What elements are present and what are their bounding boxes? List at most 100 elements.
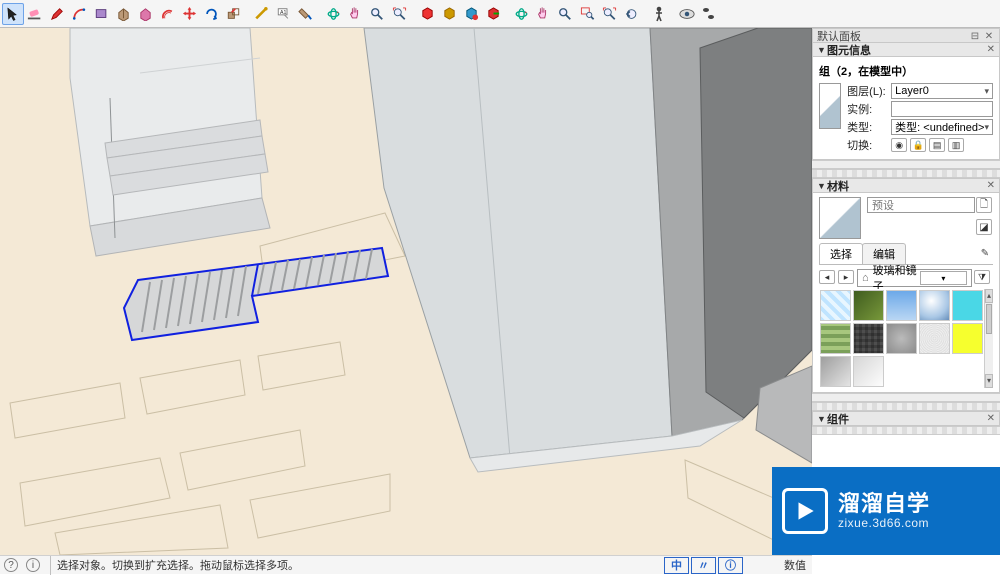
collapse-icon[interactable]: ▼	[817, 45, 827, 55]
entity-name: 组（2，在模型中）	[819, 61, 993, 83]
prev-view-icon[interactable]	[620, 3, 642, 25]
material-swatch[interactable]	[819, 322, 852, 355]
hidden-toggle-icon[interactable]: ◉	[891, 138, 907, 152]
scale-icon[interactable]	[222, 3, 244, 25]
select-arrow-icon[interactable]	[2, 3, 24, 25]
zoom-extents2-icon[interactable]	[598, 3, 620, 25]
lock-toggle-icon[interactable]: 🔒	[910, 138, 926, 152]
current-material-swatch[interactable]	[819, 197, 861, 239]
pan-icon[interactable]	[344, 3, 366, 25]
material-swatch[interactable]	[918, 289, 951, 322]
create-material-icon[interactable]: 🗋	[976, 197, 992, 213]
swatch-scrollbar[interactable]: ▴ ▾	[984, 289, 993, 388]
component4-icon[interactable]	[482, 3, 504, 25]
panel-gap	[812, 393, 1000, 402]
move-icon[interactable]	[178, 3, 200, 25]
watermark-banner: 溜溜自学 zixue.3d66.com	[772, 467, 1000, 555]
collapse-icon[interactable]: ▼	[817, 181, 827, 191]
entity-material-swatch[interactable]	[819, 83, 841, 129]
component-icon[interactable]	[416, 3, 438, 25]
material-swatch[interactable]	[852, 322, 885, 355]
orbit-icon[interactable]	[322, 3, 344, 25]
tab-select[interactable]: 选择	[819, 243, 863, 264]
pull2-icon[interactable]	[134, 3, 156, 25]
layer-combobox[interactable]: Layer0	[891, 83, 993, 99]
info-icon[interactable]: i	[26, 558, 40, 572]
pencil-icon[interactable]	[46, 3, 68, 25]
zoom-window-icon[interactable]	[576, 3, 598, 25]
instance-input[interactable]	[891, 101, 993, 117]
main-toolbar: A1	[0, 0, 812, 28]
material-library-combobox[interactable]: 玻璃和镜子 ▾	[857, 269, 972, 287]
material-swatch[interactable]	[951, 322, 984, 355]
pull-icon[interactable]	[112, 3, 134, 25]
entity-info-header[interactable]: ▼ 图元信息 ✕	[812, 42, 1000, 57]
layer-label: 图层(L):	[847, 83, 891, 99]
paint-icon[interactable]	[294, 3, 316, 25]
close-icon[interactable]: ✕	[983, 180, 995, 191]
shadow-cast-icon[interactable]: ▤	[929, 138, 945, 152]
eyedropper-icon[interactable]: ✎	[977, 246, 993, 262]
material-swatch[interactable]	[885, 289, 918, 322]
rotate-icon[interactable]	[200, 3, 222, 25]
pan2-icon[interactable]	[532, 3, 554, 25]
material-name-input[interactable]: 预设	[867, 197, 975, 213]
walk-icon[interactable]	[698, 3, 720, 25]
close-icon[interactable]: ✕	[983, 31, 995, 41]
orbit2-icon[interactable]	[510, 3, 532, 25]
arc-icon[interactable]	[68, 3, 90, 25]
view-mode-button-2[interactable]: 〃	[691, 557, 716, 574]
type-combobox[interactable]: 类型: <undefined>	[891, 119, 993, 135]
status-hint: 选择对象。切换到扩充选择。拖动鼠标选择多项。	[57, 557, 299, 573]
close-icon[interactable]: ✕	[983, 44, 995, 55]
shadow-recv-icon[interactable]: ▥	[948, 138, 964, 152]
tape-icon[interactable]	[250, 3, 272, 25]
text-icon[interactable]: A1	[272, 3, 294, 25]
view-mode-button-3[interactable]: ⓘ	[718, 557, 743, 574]
components-header[interactable]: ▼ 组件 ✕	[812, 411, 1000, 426]
scroll-up-icon[interactable]: ▴	[985, 289, 993, 303]
material-swatch[interactable]	[852, 289, 885, 322]
play-logo-icon	[782, 488, 828, 534]
material-swatch[interactable]	[918, 322, 951, 355]
view-mode-button-1[interactable]: 中	[664, 557, 689, 574]
nav-fwd-icon[interactable]: ▸	[838, 270, 854, 284]
materials-panel: 预设 🗋 ◪ 选择 编辑 ✎ ◂ ▸ 玻璃和镜子 ▾ ⧩	[812, 193, 1000, 393]
close-icon[interactable]: ✕	[983, 413, 995, 424]
eraser-icon[interactable]	[24, 3, 46, 25]
zoom-extents-icon[interactable]	[388, 3, 410, 25]
rectangle-icon[interactable]	[90, 3, 112, 25]
entity-info-title: 图元信息	[827, 42, 983, 58]
zoom-icon[interactable]	[366, 3, 388, 25]
type-label: 类型:	[847, 119, 891, 135]
instance-label: 实例:	[847, 101, 891, 117]
component2-icon[interactable]	[438, 3, 460, 25]
material-swatch[interactable]	[819, 289, 852, 322]
material-swatch[interactable]	[951, 289, 984, 322]
collapse-icon[interactable]: ▼	[817, 414, 827, 424]
scroll-down-icon[interactable]: ▾	[985, 374, 993, 388]
person-icon[interactable]	[648, 3, 670, 25]
materials-title: 材料	[827, 178, 983, 194]
help-icon[interactable]: ?	[4, 558, 18, 572]
offset-icon[interactable]	[156, 3, 178, 25]
material-swatch[interactable]	[852, 355, 885, 388]
library-menu-icon[interactable]: ⧩	[974, 270, 990, 284]
watermark-title: 溜溜自学	[838, 492, 930, 516]
material-swatch[interactable]	[885, 322, 918, 355]
entity-info-panel: 组（2，在模型中） 图层(L): Layer0 实例: 类型: 类型: <und…	[812, 57, 1000, 160]
scroll-thumb[interactable]	[986, 304, 992, 334]
tab-edit[interactable]: 编辑	[862, 243, 906, 264]
default-material-icon[interactable]: ◪	[976, 219, 992, 235]
panel-drag-bar[interactable]	[812, 426, 1000, 435]
component3-icon[interactable]	[460, 3, 482, 25]
zoom2-icon[interactable]	[554, 3, 576, 25]
materials-header[interactable]: ▼ 材料 ✕	[812, 178, 1000, 193]
eye-icon[interactable]	[676, 3, 698, 25]
panel-host-titlebar[interactable]: 默认面板 ⊟ ✕	[812, 28, 1000, 42]
scene-geometry	[0, 28, 812, 555]
nav-back-icon[interactable]: ◂	[819, 270, 835, 284]
modeling-viewport[interactable]	[0, 28, 812, 555]
pin-icon[interactable]: ⊟	[969, 31, 981, 41]
material-swatch[interactable]	[819, 355, 852, 388]
